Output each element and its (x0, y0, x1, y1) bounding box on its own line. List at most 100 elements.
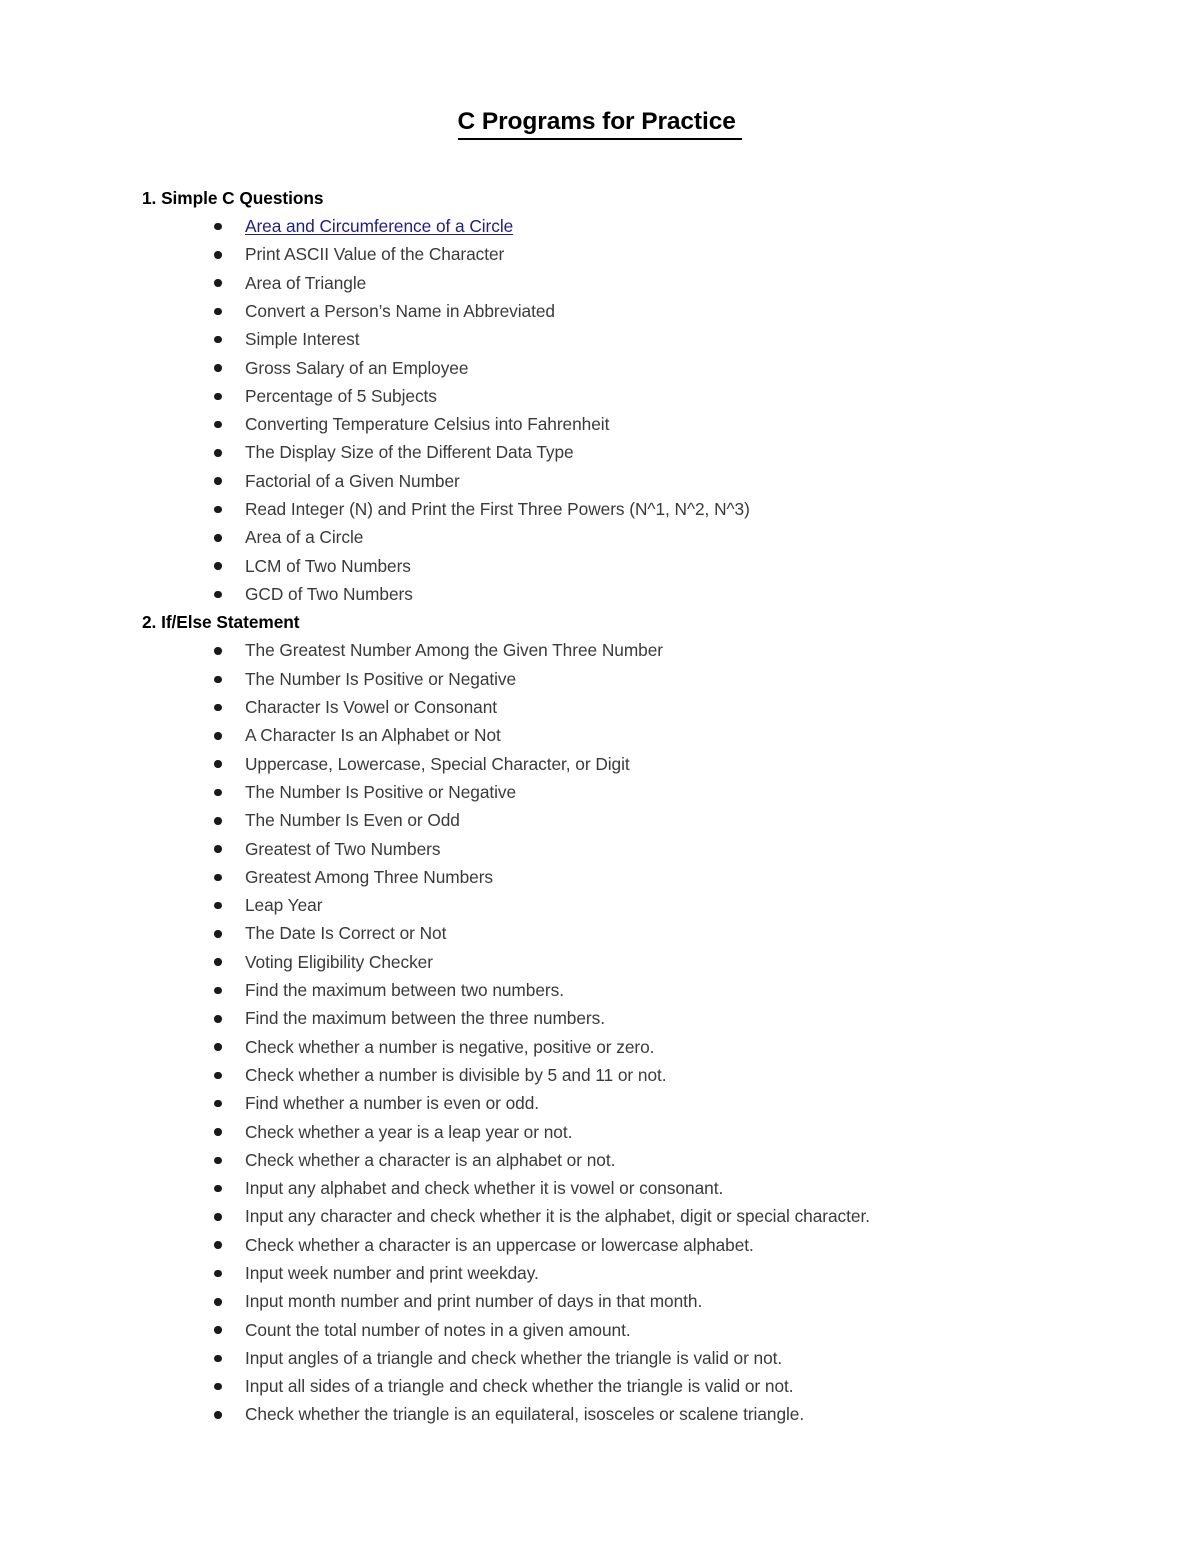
list-item-label: Check whether a character is an alphabet… (245, 1149, 616, 1170)
list-item: Check whether a character is an alphabet… (142, 1146, 1160, 1174)
bullet-point-icon (214, 279, 222, 287)
list-item-label: Print ASCII Value of the Character (245, 244, 505, 265)
bullet-point-icon (214, 760, 222, 768)
list-item-label: Percentage of 5 Subjects (245, 385, 437, 406)
list-item: Input all sides of a triangle and check … (142, 1372, 1160, 1400)
section-heading: 2. If/Else Statement (142, 612, 300, 633)
list-item-label: Check whether a number is negative, posi… (245, 1036, 655, 1057)
list-item-label: Read Integer (N) and Print the First Thr… (245, 498, 750, 519)
bullet-point-icon (214, 1128, 222, 1136)
list-item-label: Area of Triangle (245, 272, 367, 293)
list-item: Find whether a number is even or odd. (142, 1089, 1160, 1117)
bullet-point-icon (214, 1015, 222, 1023)
bullet-point-icon (214, 1269, 222, 1278)
list-item: Leap Year (142, 891, 1160, 919)
list-item: The Date Is Correct or Not (142, 919, 1160, 947)
list-item: Input month number and print number of d… (142, 1287, 1160, 1315)
document-page: C Programs for Practice 1. Simple C Ques… (0, 0, 1200, 1553)
list-item: GCD of Two Numbers (142, 580, 1160, 608)
list-item: Greatest Among Three Numbers (142, 863, 1160, 891)
bullet-point-icon (214, 873, 222, 882)
bullet-point-icon (214, 732, 222, 740)
bullet-point-icon (214, 392, 222, 401)
list-item: Converting Temperature Celsius into Fahr… (142, 410, 1160, 438)
list-item-label: Simple Interest (245, 329, 360, 350)
list-item-label: Input any character and check whether it… (245, 1206, 870, 1227)
list-item-label: Find the maximum between two numbers. (245, 980, 564, 1001)
list-item-label: GCD of Two Numbers (245, 583, 413, 604)
list-item-label: Convert a Person’s Name in Abbreviated (245, 300, 555, 321)
list-item-label: Factorial of a Given Number (245, 470, 460, 491)
document-body: 1. Simple C Questions Area and Circumfere… (0, 184, 1200, 1429)
list-item-link[interactable]: Area and Circumference of a Circle (245, 216, 513, 236)
bullet-point-icon (214, 1241, 222, 1249)
bullet-point-icon (214, 590, 222, 599)
bullet-list: Area and Circumference of a Circle Print … (142, 212, 1160, 608)
list-item-label: A Character Is an Alphabet or Not (245, 725, 501, 746)
list-item-label: Area of a Circle (245, 527, 364, 548)
document-section: 2. If/Else Statement The Greatest Number … (142, 608, 1160, 1429)
bullet-point-icon (214, 534, 222, 542)
list-item: Uppercase, Lowercase, Special Character,… (142, 750, 1160, 778)
bullet-point-icon (214, 562, 222, 570)
bullet-point-icon (214, 477, 222, 485)
list-item: Input any character and check whether it… (142, 1202, 1160, 1230)
list-item-label: The Number Is Positive or Negative (245, 668, 517, 689)
list-item: Simple Interest (142, 325, 1160, 353)
list-item: Count the total number of notes in a giv… (142, 1316, 1160, 1344)
bullet-point-icon (214, 930, 222, 938)
list-item-label: Check whether the triangle is an equilat… (245, 1404, 805, 1425)
list-item-label: Input week number and print weekday. (245, 1263, 539, 1283)
list-item-label: The Display Size of the Different Data T… (245, 442, 574, 463)
bullet-point-icon (214, 1326, 222, 1334)
bullet-point-icon (214, 1043, 222, 1051)
list-item-label: Converting Temperature Celsius into Fahr… (245, 414, 610, 435)
bullet-point-icon (214, 1411, 222, 1419)
section-heading: 1. Simple C Questions (142, 187, 324, 208)
list-item: Check whether a number is divisible by 5… (142, 1061, 1160, 1089)
list-item: Check whether a year is a leap year or n… (142, 1118, 1160, 1146)
list-item-label: Greatest Among Three Numbers (245, 866, 494, 887)
list-item-label: Input all sides of a triangle and check … (245, 1376, 794, 1397)
list-item-label: The Number Is Positive or Negative (245, 781, 517, 802)
bullet-point-icon (214, 1298, 222, 1306)
bullet-point-icon (214, 845, 222, 853)
bullet-point-icon (214, 986, 222, 995)
bullet-list: The Greatest Number Among the Given Thre… (142, 636, 1160, 1428)
list-item: Factorial of a Given Number (142, 467, 1160, 495)
list-item-label: The Greatest Number Among the Given Thre… (245, 640, 663, 661)
list-item-label: Uppercase, Lowercase, Special Character,… (245, 753, 630, 774)
document-title-container: C Programs for Practice (0, 0, 1200, 157)
bullet-point-icon (214, 1382, 222, 1391)
list-item: The Greatest Number Among the Given Thre… (142, 636, 1160, 664)
bullet-point-icon (214, 1213, 222, 1221)
list-item: Check whether a character is an uppercas… (142, 1231, 1160, 1259)
sections-container: 1. Simple C Questions Area and Circumfere… (142, 184, 1160, 1429)
list-item-label: Voting Eligibility Checker (245, 951, 433, 972)
list-item[interactable]: Area and Circumference of a Circle (142, 212, 1160, 240)
bullet-point-icon (214, 222, 222, 231)
bullet-point-icon (214, 364, 222, 372)
list-item-label: Find the maximum between the three numbe… (245, 1008, 605, 1029)
list-item: The Number Is Positive or Negative (142, 778, 1160, 806)
list-item: Input week number and print weekday. (142, 1259, 1160, 1287)
document-section: 1. Simple C Questions Area and Circumfere… (142, 184, 1160, 608)
bullet-point-icon (214, 958, 222, 966)
bullet-point-icon (214, 1156, 222, 1165)
list-item-label: Character Is Vowel or Consonant (245, 697, 498, 718)
bullet-point-icon (214, 1071, 222, 1080)
list-item: Find the maximum between two numbers. (142, 976, 1160, 1004)
bullet-point-icon (214, 505, 222, 514)
list-item-label: Check whether a character is an uppercas… (245, 1234, 754, 1255)
bullet-point-icon (214, 675, 222, 684)
list-item: Find the maximum between the three numbe… (142, 1004, 1160, 1032)
list-item: Check whether a number is negative, posi… (142, 1033, 1160, 1061)
list-item: Voting Eligibility Checker (142, 948, 1160, 976)
list-item: Area of Triangle (142, 269, 1160, 297)
bullet-point-icon (214, 420, 222, 429)
list-item: Convert a Person’s Name in Abbreviated (142, 297, 1160, 325)
list-item-label: Input angles of a triangle and check whe… (245, 1347, 783, 1368)
bullet-point-icon (214, 335, 222, 344)
list-item: Gross Salary of an Employee (142, 354, 1160, 382)
list-item: The Number Is Positive or Negative (142, 665, 1160, 693)
